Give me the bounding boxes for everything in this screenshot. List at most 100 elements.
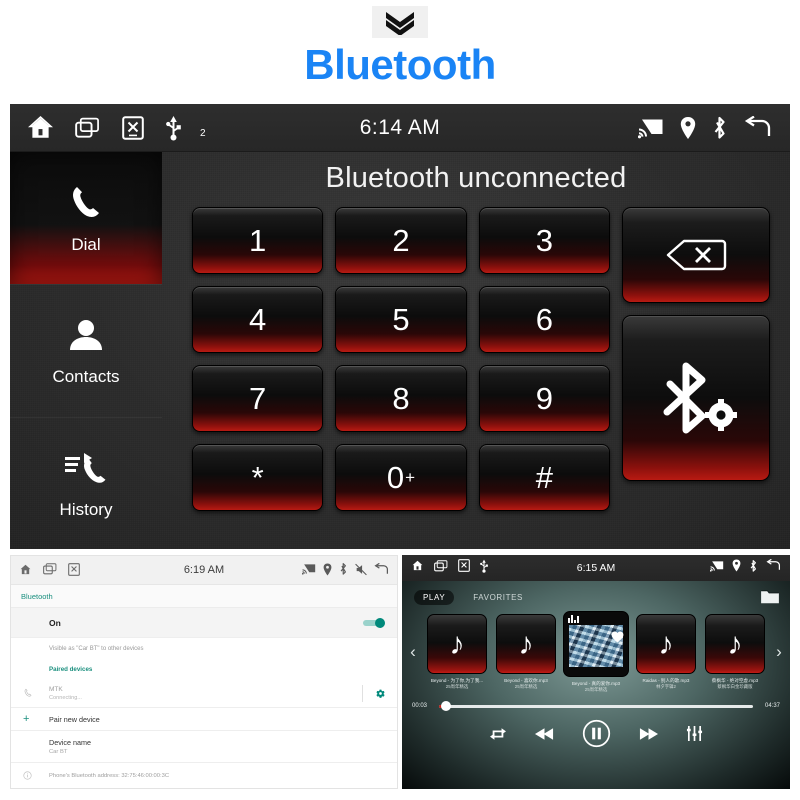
equalizer-bars-icon xyxy=(568,615,579,623)
chevron-right-icon[interactable]: › xyxy=(774,642,784,662)
page-header: Bluetooth xyxy=(0,0,800,104)
carousel-item[interactable]: ♪ Beyond - 喜欢你.mp3 25周年精选 xyxy=(496,614,556,690)
key-5[interactable]: 5 xyxy=(335,286,467,353)
bluetooth-dialer-screen: 2 6:14 AM Dial Contacts History Bluetoot… xyxy=(10,104,790,549)
bluetooth-address-row: Phone's Bluetooth address: 32:75:46:00:0… xyxy=(11,763,397,788)
double-chevron-down-icon xyxy=(372,6,428,38)
location-icon[interactable] xyxy=(680,116,696,140)
bluetooth-toggle-row[interactable]: On xyxy=(11,608,397,638)
clock: 6:19 AM xyxy=(183,564,225,576)
key-1[interactable]: 1 xyxy=(192,207,324,274)
album-art xyxy=(563,611,629,677)
forward-button[interactable] xyxy=(639,727,658,741)
bluetooth-toggle-switch[interactable] xyxy=(363,618,385,628)
seek-bar[interactable] xyxy=(439,701,753,712)
dialer-main: Bluetooth unconnected 1 2 3 4 5 6 7 8 9 … xyxy=(162,152,790,549)
home-icon[interactable] xyxy=(28,115,53,140)
back-icon[interactable] xyxy=(744,115,772,140)
key-star[interactable]: * xyxy=(192,444,324,511)
phone-handset-icon xyxy=(73,187,99,217)
key-3[interactable]: 3 xyxy=(478,207,610,274)
sidebar-item-label: History xyxy=(59,500,113,519)
key-label: 7 xyxy=(249,380,267,416)
elapsed-time: 00:03 xyxy=(412,703,428,710)
connection-status-text: Bluetooth unconnected xyxy=(325,162,627,194)
player-controls xyxy=(402,719,790,748)
paired-devices-header: Paired devices xyxy=(11,660,397,679)
key-superscript: + xyxy=(405,467,416,487)
sidebar-item-label: Dial xyxy=(71,235,101,254)
key-6[interactable]: 6 xyxy=(478,286,610,353)
status-bar: 6:19 AM xyxy=(11,556,397,585)
page-title: Bluetooth xyxy=(304,41,496,88)
key-label: # xyxy=(535,459,553,495)
key-2[interactable]: 2 xyxy=(335,207,467,274)
divider xyxy=(362,684,363,702)
chevron-left-icon[interactable]: ‹ xyxy=(408,642,418,662)
key-label: 0 xyxy=(386,459,405,495)
folder-icon[interactable] xyxy=(760,589,780,605)
plus-icon: + xyxy=(23,713,30,725)
music-note-icon: ♪ xyxy=(427,614,487,674)
music-note-icon: ♪ xyxy=(705,614,765,674)
favorite-heart-icon[interactable] xyxy=(611,615,624,651)
recent-apps-icon[interactable] xyxy=(75,117,100,139)
seek-knob[interactable] xyxy=(440,701,451,712)
carousel-item[interactable]: ♪ Raidas - 别人的歌.mp3 林夕字辑2 xyxy=(636,614,696,690)
gear-icon[interactable] xyxy=(376,689,385,698)
key-label: 8 xyxy=(392,380,410,416)
cast-icon[interactable] xyxy=(638,117,664,139)
visibility-text: Visible as "Car BT" to other devices xyxy=(11,638,397,660)
track-album: 25周年精选 xyxy=(514,684,538,690)
key-label: 5 xyxy=(392,301,410,337)
status-bar: 2 6:14 AM xyxy=(10,104,790,152)
player-tabs: PLAY FAVORITES xyxy=(402,581,790,605)
call-history-icon xyxy=(65,453,106,483)
key-label: * xyxy=(251,459,264,495)
carousel-item[interactable]: ♪ 蔡枫华 - 绝对空虚.mp3 蔡枫华白金珍藏版 xyxy=(705,614,765,690)
music-player-screen: 6:15 AM PLAY FAVORITES ‹ ♪ Beyond - 为了你,… xyxy=(402,555,790,789)
device-name-row[interactable]: Device name Car BT xyxy=(11,731,397,763)
bluetooth-toggle-label: On xyxy=(49,617,61,628)
pause-button[interactable] xyxy=(582,719,611,748)
info-icon xyxy=(23,771,49,780)
key-label: 4 xyxy=(249,301,267,337)
bluetooth-icon[interactable] xyxy=(712,115,728,141)
music-note-icon: ♪ xyxy=(496,614,556,674)
usb-port-number: 2 xyxy=(200,127,206,139)
key-8[interactable]: 8 xyxy=(335,365,467,432)
key-label: 3 xyxy=(535,222,553,258)
carousel-item[interactable]: ♪ Beyond - 为了你,为了我... 25周年精选 xyxy=(427,614,487,690)
sidebar-item-contacts[interactable]: Contacts xyxy=(10,285,162,417)
equalizer-button[interactable] xyxy=(686,725,703,742)
tab-play[interactable]: PLAY xyxy=(414,589,455,605)
key-0-plus[interactable]: 0 + xyxy=(335,444,467,511)
paired-device-name: MTK xyxy=(49,685,63,693)
key-label: 6 xyxy=(535,301,553,337)
key-hash[interactable]: # xyxy=(478,444,610,511)
key-label: 2 xyxy=(392,222,410,258)
backspace-button[interactable] xyxy=(622,207,770,303)
paired-device-row[interactable]: MTK Connecting... xyxy=(11,679,397,708)
album-carousel: ‹ ♪ Beyond - 为了你,为了我... 25周年精选 ♪ Beyond … xyxy=(402,611,790,693)
pair-new-device-row[interactable]: + Pair new device xyxy=(11,708,397,731)
track-album: 25周年精选 xyxy=(584,687,608,693)
key-9[interactable]: 9 xyxy=(478,365,610,432)
backspace-icon xyxy=(666,239,727,271)
pair-new-device-label: Pair new device xyxy=(49,714,100,724)
track-album: 林夕字辑2 xyxy=(655,684,676,690)
paired-devices-label: Paired devices xyxy=(49,666,93,673)
tab-favorites[interactable]: FAVORITES xyxy=(464,590,532,605)
usb-icon[interactable] xyxy=(166,115,181,141)
carousel-item-current[interactable]: Beyond - 真的爱你.mp3 25周年精选 xyxy=(563,611,629,693)
bluetooth-settings-button[interactable] xyxy=(622,315,770,481)
track-album: 蔡枫华白金珍藏版 xyxy=(717,684,753,690)
rewind-button[interactable] xyxy=(535,727,554,741)
key-4[interactable]: 4 xyxy=(192,286,324,353)
key-7[interactable]: 7 xyxy=(192,365,324,432)
sidebar-item-dial[interactable]: Dial xyxy=(10,152,162,284)
sidebar-item-history[interactable]: History xyxy=(10,418,162,549)
repeat-button[interactable] xyxy=(489,726,507,742)
device-name-value: Car BT xyxy=(49,749,68,755)
close-box-icon[interactable] xyxy=(122,115,144,140)
